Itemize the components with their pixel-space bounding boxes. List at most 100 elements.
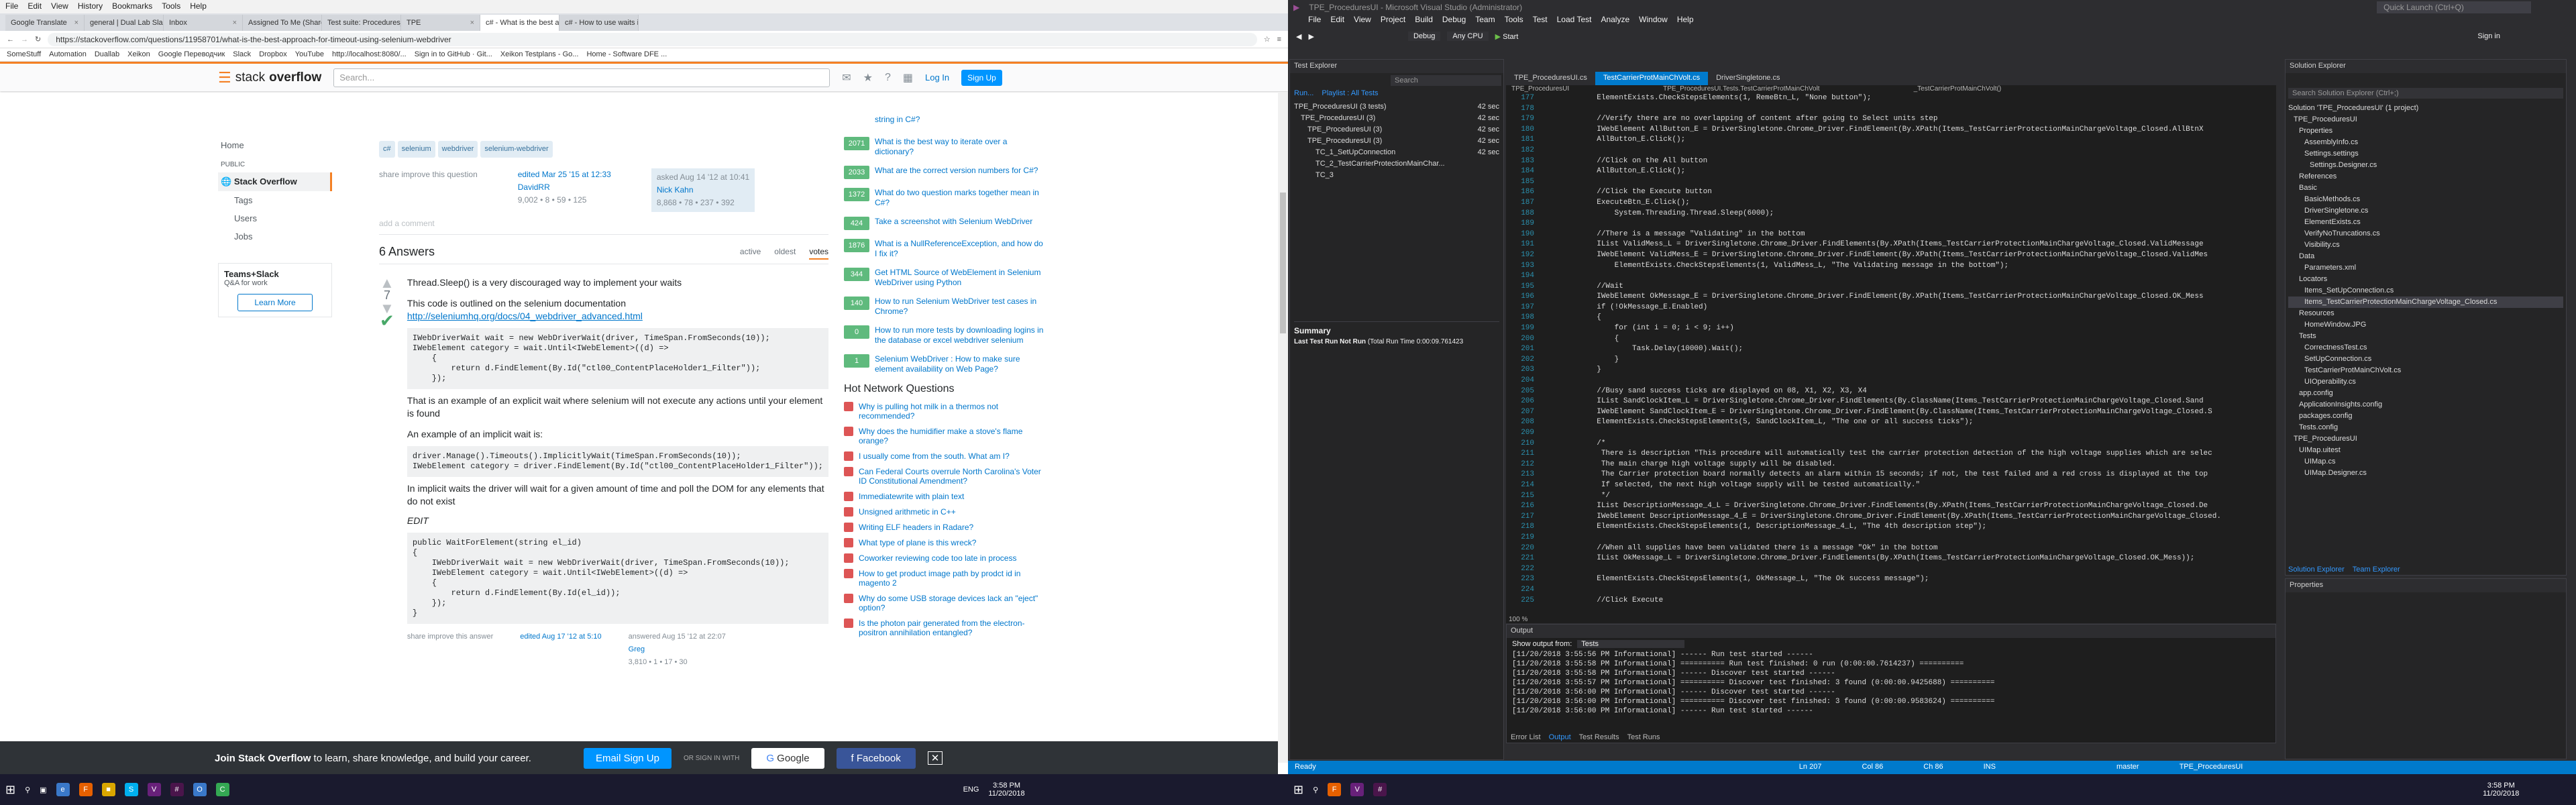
tab-close-icon[interactable]: × xyxy=(74,19,78,27)
hot-question[interactable]: Unsigned arithmetic in C++ xyxy=(844,507,1045,517)
hot-question[interactable]: Immediatewrite with plain text xyxy=(844,492,1045,501)
bookmark-item[interactable]: Google Переводчик xyxy=(158,50,225,59)
teams-learn-button[interactable]: Learn More xyxy=(237,294,313,311)
test-node[interactable]: TC_1_SetUpConnection 42 sec xyxy=(1294,147,1499,158)
output-source-select[interactable]: Tests xyxy=(1577,640,1685,648)
login-link[interactable]: Log In xyxy=(925,72,949,83)
vs-menu-item[interactable]: Project xyxy=(1381,15,1405,28)
solution-node[interactable]: app.config xyxy=(2288,388,2563,399)
answer-author[interactable]: Greg xyxy=(629,643,726,656)
vs-menu-item[interactable]: Debug xyxy=(1442,15,1466,28)
related-title[interactable]: Selenium WebDriver : How to make sure el… xyxy=(875,354,1045,374)
hot-question-title[interactable]: Immediatewrite with plain text xyxy=(859,492,964,501)
tray-lang[interactable]: ENG xyxy=(963,786,979,794)
hot-question-title[interactable]: Is the photon pair generated from the el… xyxy=(859,619,1045,637)
reload-icon[interactable]: ↻ xyxy=(35,35,41,44)
test-node[interactable]: TC_2_TestCarrierProtectionMainChar... xyxy=(1294,158,1499,170)
status-branch[interactable]: master xyxy=(2116,763,2139,772)
related-question[interactable]: 424 Take a screenshot with Selenium WebDr… xyxy=(844,217,1045,230)
vs-menu-item[interactable]: Team xyxy=(1475,15,1495,28)
firefox-icon-r[interactable]: F xyxy=(1328,783,1342,796)
test-search[interactable]: Search xyxy=(1391,75,1501,86)
solution-node[interactable]: ElementExists.cs xyxy=(2288,217,2563,228)
related-question[interactable]: 2033 What are the correct version numbers… xyxy=(844,166,1045,179)
solution-node[interactable]: BasicMethods.cs xyxy=(2288,194,2563,205)
solution-node[interactable]: TPE_ProceduresUI xyxy=(2288,114,2563,125)
solution-node[interactable]: UIMap.Designer.cs xyxy=(2288,468,2563,479)
browser-tab[interactable]: general | Dual Lab Slack× xyxy=(85,15,164,31)
sort-tab[interactable]: active xyxy=(740,246,761,260)
solution-node[interactable]: References xyxy=(2288,171,2563,182)
solution-node[interactable]: Items_SetUpConnection.cs xyxy=(2288,285,2563,297)
related-question[interactable]: 2071 What is the best way to iterate over… xyxy=(844,137,1045,157)
add-comment-link[interactable]: add a comment xyxy=(379,217,828,235)
scroll-thumb[interactable] xyxy=(1280,193,1286,333)
test-node[interactable]: TPE_ProceduresUI (3) 42 sec xyxy=(1294,113,1499,124)
related-title[interactable]: What is the best way to iterate over a d… xyxy=(875,137,1045,157)
vs-menu-item[interactable]: Window xyxy=(1639,15,1668,28)
vs-menu-item[interactable]: File xyxy=(1308,15,1321,28)
browser-tab[interactable]: TPE × xyxy=(401,15,480,31)
solution-node[interactable]: TPE_ProceduresUI xyxy=(2288,433,2563,445)
breadcrumb-item[interactable]: TPE_ProceduresUI.Tests.TestCarrierProtMa… xyxy=(1663,85,1819,93)
question-tag[interactable]: webdriver xyxy=(437,141,478,158)
firefox-icon[interactable]: F xyxy=(78,783,93,796)
nav-tags[interactable]: Tags xyxy=(218,191,332,209)
facebook-button[interactable]: f Facebook xyxy=(836,747,916,769)
page-scrollbar[interactable] xyxy=(1278,92,1288,763)
related-question[interactable]: string in C#? xyxy=(844,115,1045,128)
solution-node[interactable]: TestCarrierProtMainChVolt.cs xyxy=(2288,365,2563,376)
hot-question[interactable]: Why is pulling hot milk in a thermos not… xyxy=(844,402,1045,421)
related-title[interactable]: What do two question marks together mean… xyxy=(875,188,1045,208)
so-logo[interactable]: ☰ stack overflow xyxy=(218,69,321,87)
solution-node[interactable]: UIOperability.cs xyxy=(2288,376,2563,388)
related-question[interactable]: 344 Get HTML Source of WebElement in Sele… xyxy=(844,268,1045,288)
hot-question-title[interactable]: Unsigned arithmetic in C++ xyxy=(859,507,956,517)
signup-button[interactable]: Sign Up xyxy=(961,69,1002,86)
nav-jobs[interactable]: Jobs xyxy=(218,227,332,246)
editor-tab[interactable]: TestCarrierProtMainChVolt.cs xyxy=(1595,72,1709,85)
solution-node[interactable]: UIMap.cs xyxy=(2288,456,2563,468)
hot-question-title[interactable]: Why do some USB storage devices lack an … xyxy=(859,594,1045,612)
hot-question-title[interactable]: How to get product image path by prodct … xyxy=(859,569,1045,588)
nav-back-icon[interactable]: ◀ xyxy=(1296,32,1301,41)
se-tab[interactable]: Team Explorer xyxy=(2353,566,2400,574)
nav-home[interactable]: Home xyxy=(218,136,332,154)
related-question[interactable]: 1876 What is a NullReferenceException, an… xyxy=(844,239,1045,259)
solution-node[interactable]: packages.config xyxy=(2288,411,2563,422)
nav-users[interactable]: Users xyxy=(218,209,332,227)
platform-dropdown[interactable]: Any CPU xyxy=(1447,32,1489,41)
vs-menu-item[interactable]: Build xyxy=(1415,15,1433,28)
hot-question[interactable]: How to get product image path by prodct … xyxy=(844,569,1045,588)
hot-question-title[interactable]: I usually come from the south. What am I… xyxy=(859,451,1010,461)
related-title[interactable]: string in C#? xyxy=(875,115,920,128)
url-input[interactable]: https://stackoverflow.com/questions/1195… xyxy=(48,32,1257,46)
solution-node[interactable]: Resources xyxy=(2288,308,2563,319)
upvote-icon[interactable]: ▲ xyxy=(379,276,395,290)
hot-question[interactable]: Can Federal Courts overrule North Caroli… xyxy=(844,467,1045,486)
answer-edited[interactable]: edited Aug 17 '12 at 5:10 xyxy=(520,631,601,669)
solution-node[interactable]: Visibility.cs xyxy=(2288,239,2563,251)
solution-node[interactable]: SetUpConnection.cs xyxy=(2288,354,2563,365)
solution-node[interactable]: VerifyNoTruncations.cs xyxy=(2288,228,2563,239)
quick-launch-input[interactable]: Quick Launch (Ctrl+Q) xyxy=(2377,1,2532,13)
edge-icon[interactable]: e xyxy=(56,783,70,796)
close-banner-icon[interactable]: ✕ xyxy=(927,751,943,765)
bookmark-item[interactable]: Home - Software DFE ... xyxy=(586,50,667,59)
playlist-dropdown[interactable]: Playlist : All Tests xyxy=(1322,89,1378,97)
vs-menu-item[interactable]: Test xyxy=(1533,15,1548,28)
vs-menu-item[interactable]: View xyxy=(1354,15,1371,28)
browser-menu-item[interactable]: View xyxy=(51,1,68,12)
browser-tab[interactable]: c# - How to use waits in seleni...× xyxy=(559,15,639,31)
nav-stack-overflow[interactable]: 🌐 Stack Overflow xyxy=(218,172,332,191)
help-icon[interactable]: ? xyxy=(885,72,891,84)
hot-question[interactable]: I usually come from the south. What am I… xyxy=(844,451,1045,461)
solution-node[interactable]: Solution 'TPE_ProceduresUI' (1 project) xyxy=(2288,103,2563,114)
solution-node[interactable]: Parameters.xml xyxy=(2288,262,2563,274)
se-tab[interactable]: Solution Explorer xyxy=(2288,566,2345,574)
browser-menu-item[interactable]: Tools xyxy=(162,1,180,12)
related-question[interactable]: 1372 What do two question marks together … xyxy=(844,188,1045,208)
site-switcher-icon[interactable]: ▦ xyxy=(903,71,913,85)
hot-question-title[interactable]: Coworker reviewing code too late in proc… xyxy=(859,553,1016,563)
test-node[interactable]: TPE_ProceduresUI (3 tests) 42 sec xyxy=(1294,101,1499,113)
